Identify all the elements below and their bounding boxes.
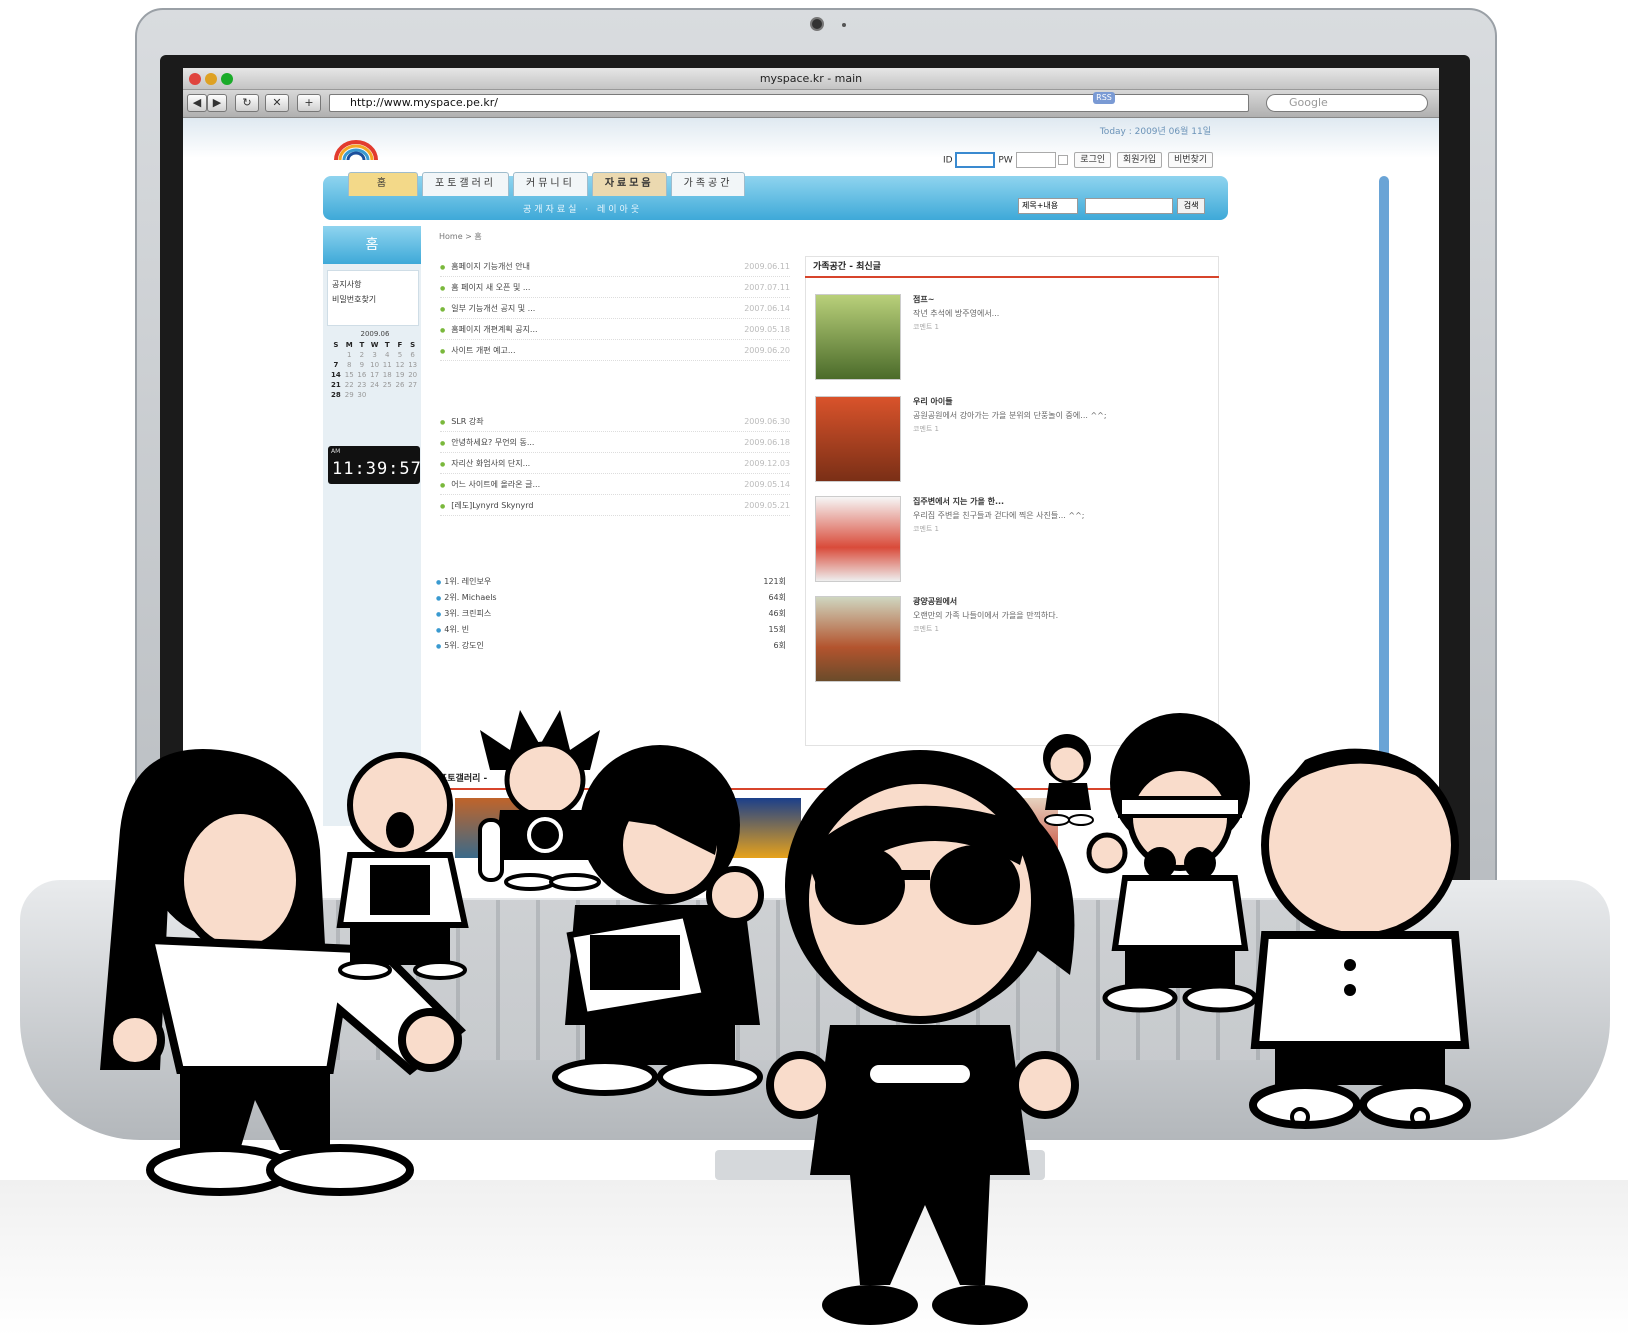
list-item[interactable]: 어느 사이트에 올라온 글...2009.05.14 [440, 474, 790, 495]
post-desc: 오랜만의 가족 나들이에서 가을을 만끽하다. [913, 611, 1059, 620]
pw-label: PW [998, 155, 1013, 166]
reload-icon[interactable]: ↻ [235, 94, 259, 112]
window-title: myspace.kr - main [759, 72, 863, 85]
calendar-grid: SMTWTFS 123456 7 8 9 10 11 12 13 14 15 16 17 18 19 2… [331, 341, 418, 399]
post-title[interactable]: 우리 아이들 [913, 396, 953, 407]
sidebar-item-find-password[interactable]: 비밀번호찾기 [332, 294, 414, 305]
list-item[interactable]: SLR 강좌2009.06.30 [440, 411, 790, 432]
remember-checkbox[interactable] [1058, 155, 1069, 165]
tab-community[interactable]: 커뮤니티 [513, 172, 588, 196]
sub-nav[interactable]: 공개자료실 · 레이아웃 [523, 202, 642, 215]
list-item[interactable]: 자리산 화엄사의 단지...2009.12.03 [440, 453, 790, 474]
sidebar-title: 홈 [323, 226, 421, 264]
login-button[interactable]: 로그인 [1074, 152, 1112, 168]
post-comments: 코멘트 1 [913, 525, 939, 533]
character-laptop-guy [552, 745, 764, 1096]
stop-icon[interactable]: ✕ [265, 94, 289, 112]
forward-icon[interactable]: ▶ [207, 94, 227, 112]
post-desc: 공원공원에서 강아가는 가을 분위의 단풍놀이 중에... ^^; [913, 411, 1107, 420]
post-comments: 코멘트 1 [913, 625, 939, 633]
family-post[interactable]: 광양공원에서 오랜만의 가족 나들이에서 가을을 만끽하다. 코멘트 1 [815, 596, 1215, 686]
browser-toolbar: ◀ ▶ ↻ ✕ + http://www.myspace.pe.kr/ RSS … [183, 90, 1439, 118]
digital-clock: 11:39:57 [328, 446, 421, 484]
list-item[interactable]: 안녕하세요? 무언의 동...2009.06.18 [440, 432, 790, 453]
login-form: ID PW 로그인 회원가입 비번찾기 [943, 152, 1214, 168]
family-panel-title: 가족공간 - 최신글 [805, 256, 1219, 278]
family-post[interactable]: 우리 아이들 공원공원에서 강아가는 가을 분위의 단풍놀이 중에... ^^;… [815, 396, 1215, 486]
title-bar: myspace.kr - main [183, 68, 1439, 90]
post-title[interactable]: 광양공원에서 [913, 596, 957, 607]
search-scope-select[interactable]: 제목+내용 [1018, 198, 1078, 214]
main-tabs: 홈 포토갤러리 커뮤니티 자료모음 가족공간 [348, 172, 746, 196]
list-item[interactable]: [레도]Lynyrd Skynyrd2009.05.21 [440, 495, 790, 516]
id-label: ID [943, 155, 953, 166]
camera-dot [842, 23, 846, 27]
id-input[interactable] [955, 152, 996, 168]
site-search-input[interactable] [1084, 198, 1173, 214]
calendar: 2009.06 SMTWTFS 123456 7 8 9 10 11 12 13 14 15 1… [329, 330, 421, 400]
camera-icon [810, 17, 824, 31]
list-item[interactable]: 홈페이지 기능개선 안내2009.06.11 [440, 256, 790, 277]
character-afro-headband [1086, 713, 1258, 1013]
photo-thumbnail[interactable] [815, 596, 901, 682]
post-title[interactable]: 집주변에서 지는 가을 한... [913, 496, 1004, 507]
join-button[interactable]: 회원가입 [1117, 152, 1163, 168]
ranking-row[interactable]: 2위. Michaels64회 [436, 589, 786, 605]
sidebar-item-notice[interactable]: 공지사항 [332, 279, 414, 290]
site-search: 제목+내용 검색 [1018, 198, 1206, 214]
rainbow-logo-icon[interactable] [326, 134, 396, 164]
ranking-row[interactable]: 5위. 강도인6회 [436, 637, 786, 653]
notice-list: 홈페이지 기능개선 안내2009.06.11 홈 페이지 새 오픈 및 ...2… [440, 256, 790, 516]
list-item[interactable]: 사이트 개편 예고...2009.06.20 [440, 340, 790, 361]
list-item[interactable]: 홈 페이지 새 오픈 및 ...2007.07.11 [440, 277, 790, 298]
sidebar-menu: 공지사항 비밀번호찾기 [327, 270, 419, 326]
photo-thumbnail[interactable] [815, 396, 901, 482]
list-item[interactable]: 홈페이지 개편계획 공지...2009.05.18 [440, 319, 790, 340]
post-desc: 우리집 주변을 친구들과 걷다에 찍은 사진들... ^^; [913, 511, 1085, 520]
tab-home[interactable]: 홈 [348, 172, 418, 196]
photo-thumbnail[interactable] [815, 294, 901, 380]
back-icon[interactable]: ◀ [187, 94, 207, 112]
tab-photo-gallery[interactable]: 포토갤러리 [422, 172, 509, 196]
find-password-button[interactable]: 비번찾기 [1168, 152, 1214, 168]
character-bald-goatee [336, 752, 469, 980]
ranking-list: 1위. 레인보우121회 2위. Michaels64회 3위. 크린피스46회… [436, 573, 786, 653]
today-date: Today : 2009년 06월 11일 [1099, 127, 1211, 137]
ranking-row[interactable]: 3위. 크린피스46회 [436, 605, 786, 621]
tab-family[interactable]: 가족공간 [670, 172, 746, 196]
clock-ampm: AM [331, 448, 341, 455]
pw-input[interactable] [1015, 152, 1056, 168]
calendar-month: 2009.06 [360, 330, 390, 338]
character-vest-boy [1249, 748, 1471, 1129]
post-comments: 코멘트 1 [913, 425, 939, 433]
family-post[interactable]: 점프~ 작년 추석에 방주영에서... 코멘트 1 [815, 294, 1215, 384]
tab-resources[interactable]: 자료모음 [591, 172, 667, 196]
list-item[interactable]: 일부 기능개선 공지 및 ...2007.06.14 [440, 298, 790, 319]
breadcrumb: Home > 홈 [439, 232, 482, 241]
post-comments: 코멘트 1 [913, 323, 939, 331]
rss-icon[interactable]: RSS [1093, 92, 1115, 104]
add-bookmark-icon[interactable]: + [297, 94, 321, 112]
search-button[interactable]: 검색 [1177, 198, 1206, 214]
ranking-row[interactable]: 4위. 빈15회 [436, 621, 786, 637]
post-desc: 작년 추석에 방주영에서... [913, 309, 1000, 318]
ranking-row[interactable]: 1위. 레인보우121회 [436, 573, 786, 589]
character-sunglasses-girl [766, 750, 1079, 1325]
stage: myspace.kr - main ◀ ▶ ↻ ✕ + http://www.m… [0, 0, 1628, 1336]
family-post[interactable]: 집주변에서 지는 가을 한... 우리집 주변을 친구들과 걷다에 찍은 사진들… [815, 496, 1215, 586]
post-title[interactable]: 점프~ [913, 294, 934, 305]
search-field[interactable]: Google [1266, 94, 1428, 112]
photo-thumbnail[interactable] [815, 496, 901, 582]
